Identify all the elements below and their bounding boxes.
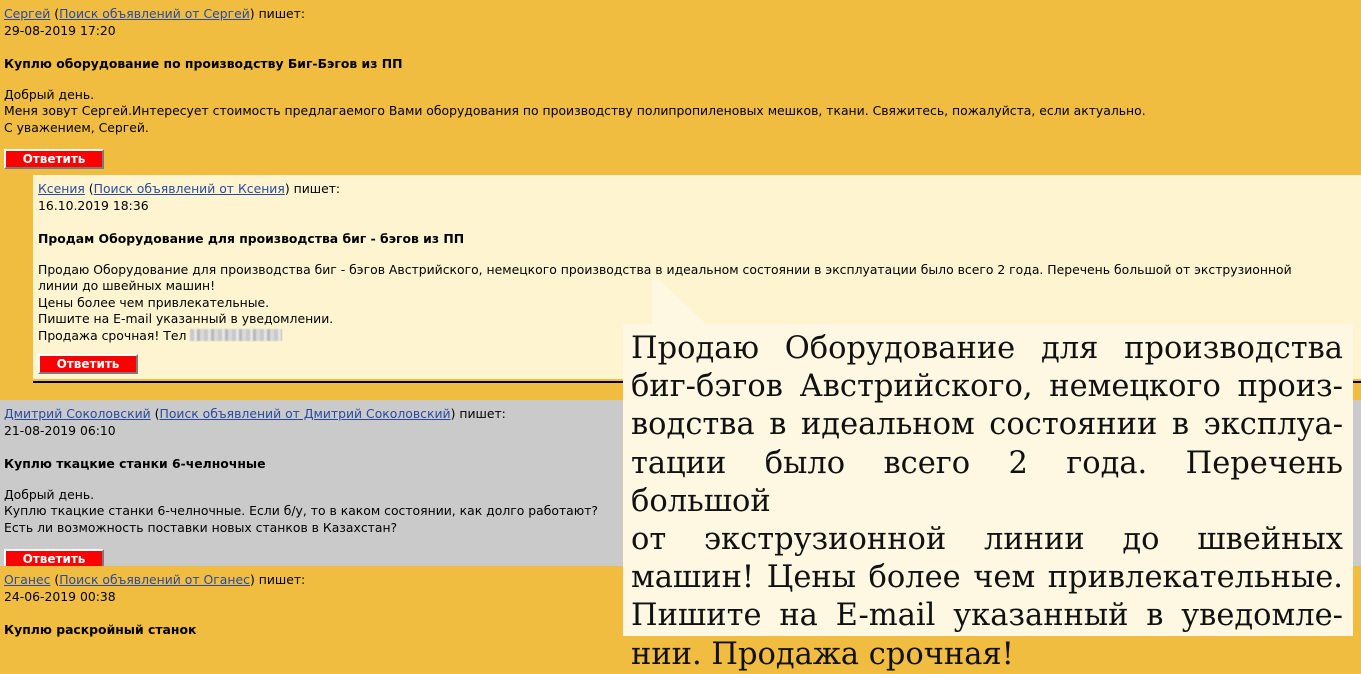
post-sergey: Сергей (Поиск объявлений от Сергей) пише… — [0, 0, 1361, 170]
body-line: Цены более чем привлекательные. — [38, 294, 270, 310]
search-ads-link[interactable]: Поиск объявлений от Дмитрий Соколовский — [160, 406, 451, 421]
writes-label: пишет: — [258, 572, 306, 587]
writes-label: пишет: — [459, 406, 506, 421]
callout-line: Продаю Оборудование для производства — [631, 331, 1343, 366]
body-line: Добрый день. — [4, 86, 95, 102]
callout-line: водства в идеальном состоянии в эксплуа- — [631, 407, 1343, 443]
writes-label: пишет: — [258, 6, 306, 21]
post-meta: Ксения (Поиск объявлений от Ксения) пише… — [38, 181, 341, 196]
post-date: 16.10.2019 18:36 — [38, 197, 149, 213]
author-link[interactable]: Ксения — [38, 181, 85, 196]
callout-line: Пишите на E-mail указанный в уведомле- — [631, 598, 1343, 634]
author-link[interactable]: Сергей — [4, 6, 50, 21]
reply-button[interactable]: Ответить — [4, 149, 104, 169]
post-subject: Продам Оборудование для производства биг… — [38, 231, 465, 246]
post-body: Добрый день. Меня зовут Сергей.Интересуе… — [4, 87, 1361, 137]
callout-line: биг-бэгов Австрийского, немецкого произ- — [631, 369, 1343, 405]
post-meta: Сергей (Поиск объявлений от Сергей) пише… — [4, 6, 306, 21]
author-link[interactable]: Оганес — [4, 572, 50, 587]
reply-button[interactable]: Ответить — [38, 354, 138, 374]
body-line: Меня зовут Сергей.Интересует стоимость п… — [4, 103, 1146, 118]
callout-line: нии. Продажа срочная! — [631, 636, 1014, 672]
phone-label: Продажа срочная! Тел — [38, 327, 187, 343]
search-ads-link[interactable]: Поиск объявлений от Сергей — [59, 6, 250, 21]
body-line: Продаю Оборудование для производства биг… — [38, 261, 1292, 277]
callout-line: от экструзионной линии до швейных — [631, 522, 1343, 558]
callout-box: Продаю Оборудование для производства биг… — [623, 324, 1353, 672]
body-line: линии до швейных машин! — [38, 278, 216, 293]
writes-label: пишет: — [293, 181, 341, 196]
author-link[interactable]: Дмитрий Соколовский — [4, 406, 151, 421]
blurred-phone-number — [190, 328, 283, 341]
callout-line: тации было всего 2 года. Перечень большо… — [631, 445, 1343, 519]
post-subject: Куплю оборудование по производству Биг-Б… — [4, 56, 403, 71]
body-line: С уважением, Сергей. — [4, 119, 149, 135]
post-date: 29-08-2019 17:20 — [4, 22, 116, 38]
callout-line: машин! Цены более чем привлекательные. — [631, 560, 1343, 596]
search-ads-link[interactable]: Поиск объявлений от Оганес — [59, 572, 250, 587]
search-ads-link[interactable]: Поиск объявлений от Ксения — [94, 181, 285, 196]
